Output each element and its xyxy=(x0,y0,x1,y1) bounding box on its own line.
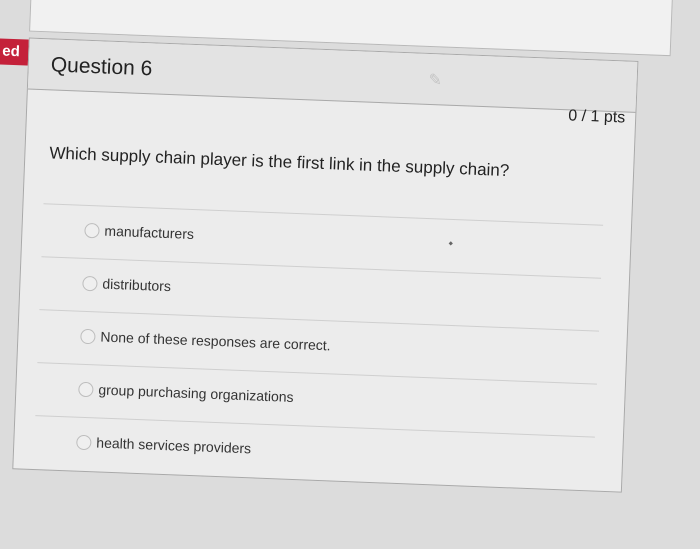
answer-list: manufacturers distributors None of these… xyxy=(33,203,604,490)
radio-button[interactable] xyxy=(84,222,100,239)
pencil-icon[interactable]: ✎ xyxy=(428,70,442,90)
answer-label: health services providers xyxy=(96,434,252,457)
question-title: Question 6 xyxy=(50,53,153,81)
quiz-scene: ed Question 6 ✎ 0 / 1 pts Which supply c… xyxy=(0,0,700,549)
radio-button[interactable] xyxy=(82,275,98,292)
answer-label: None of these responses are correct. xyxy=(100,328,331,354)
answer-label: manufacturers xyxy=(104,222,195,243)
answer-label: distributors xyxy=(102,275,172,295)
radio-button[interactable] xyxy=(78,381,94,398)
cursor-mark xyxy=(448,241,453,246)
question-prompt: Which supply chain player is the first l… xyxy=(49,143,510,181)
points-label: 0 / 1 pts xyxy=(567,107,626,127)
radio-button[interactable] xyxy=(76,434,92,451)
radio-button[interactable] xyxy=(80,328,96,345)
answer-label: group purchasing organizations xyxy=(98,381,294,405)
question-card: Question 6 ✎ 0 / 1 pts Which supply chai… xyxy=(12,37,639,493)
